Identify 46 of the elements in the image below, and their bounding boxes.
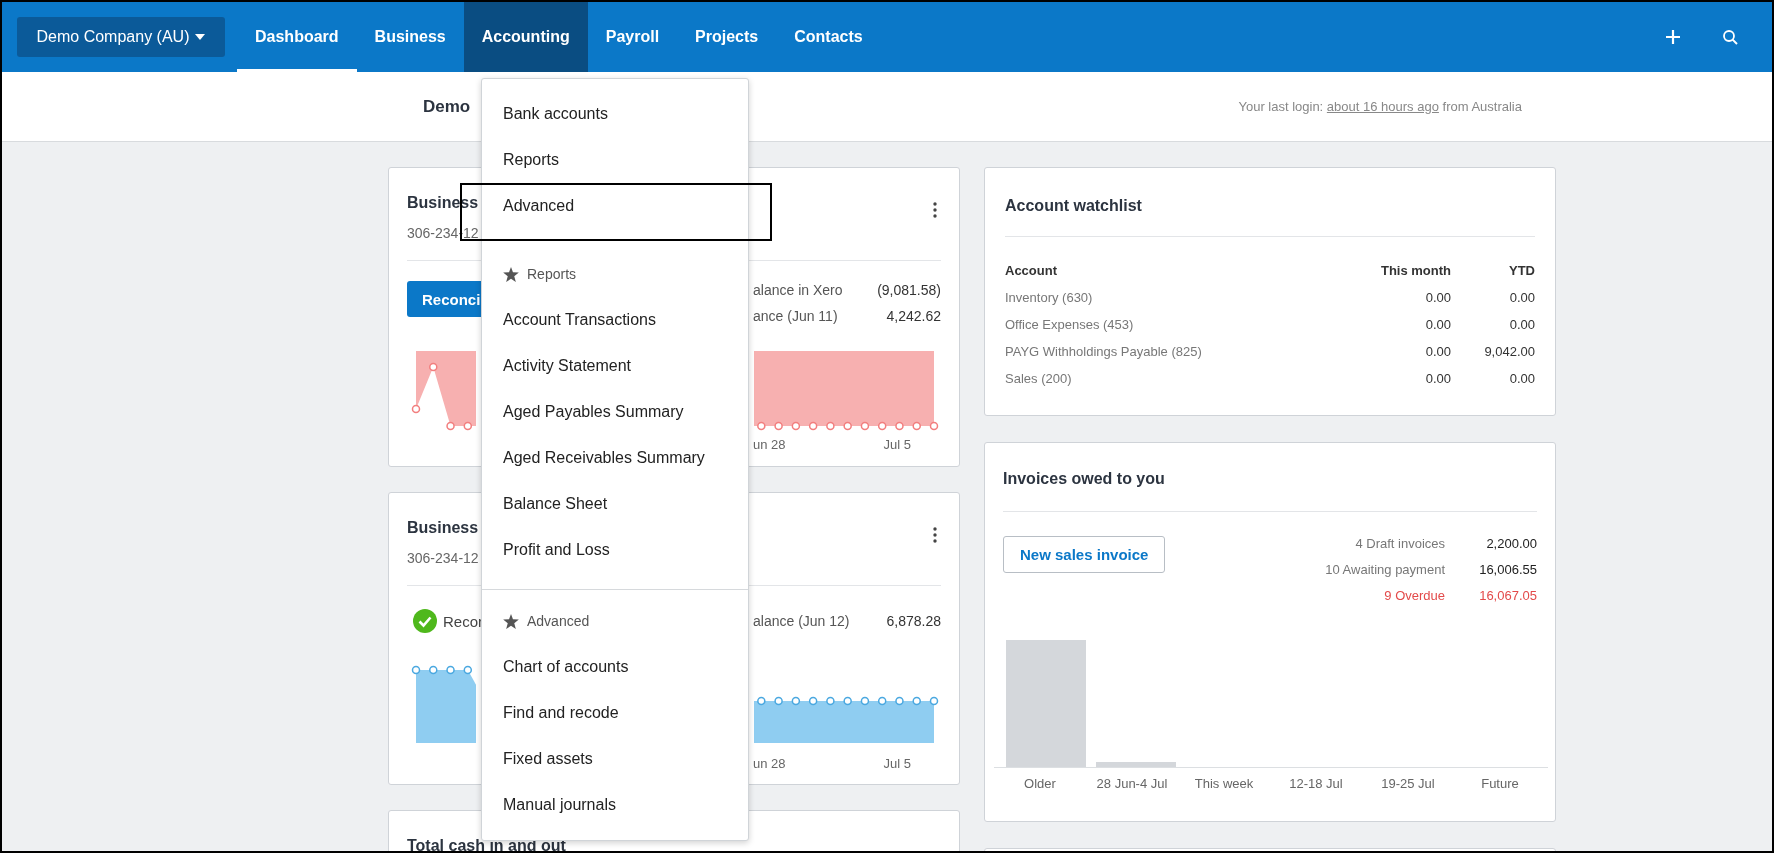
column-header: This month xyxy=(1379,263,1451,278)
table-cell-text: 0.00 xyxy=(1424,290,1451,305)
balance-label: alance in Xero xyxy=(753,281,844,300)
balance-value: 6,878.28 xyxy=(886,612,941,631)
account-name: Business xyxy=(407,518,479,538)
menu-section-heading: Reports xyxy=(527,266,577,282)
reconciled-status: Recor xyxy=(443,612,483,630)
table-cell-text: 0.00 xyxy=(1508,317,1535,332)
axis-label: Older xyxy=(1023,776,1057,791)
balance-value: (9,081.58) xyxy=(877,281,941,300)
balance-label: alance (Jun 12) xyxy=(753,612,851,631)
axis-label: un 28 xyxy=(753,436,786,454)
table-cell-text: 0.00 xyxy=(1424,371,1451,386)
axis-label: This week xyxy=(1193,776,1255,791)
summary-label: 10 Awaiting payment xyxy=(1325,561,1445,577)
table-cell-text: 0.00 xyxy=(1508,290,1535,305)
last-login-text: Your last login: about 16 hours ago from Australia xyxy=(1238,99,1522,114)
table-cell-text: 0.00 xyxy=(1508,371,1535,386)
table-cell-text: 0.00 xyxy=(1424,344,1451,359)
summary-label: 4 Draft invoices xyxy=(1354,535,1445,551)
card-title: Invoices owed to you xyxy=(1003,469,1166,489)
summary-value: 2,200.00 xyxy=(1485,535,1537,551)
axis-label: un 28 xyxy=(753,755,786,773)
menu-section-heading: Advanced xyxy=(527,613,590,629)
axis-label: 12-18 Jul xyxy=(1288,776,1344,791)
axis-label: Jul 5 xyxy=(883,755,911,773)
table-cell-text: 9,042.00 xyxy=(1483,344,1535,359)
axis-label: Future xyxy=(1480,776,1520,791)
table-cell-text: 0.00 xyxy=(1424,317,1451,332)
axis-label: Jul 5 xyxy=(883,436,911,454)
table-cell-text: PAYG Withholdings Payable (825) xyxy=(1005,344,1203,359)
axis-label: 19-25 Jul xyxy=(1380,776,1436,791)
summary-label: 9 Overdue xyxy=(1383,587,1445,603)
summary-value: 16,006.55 xyxy=(1478,561,1537,577)
summary-value: 16,067.05 xyxy=(1478,587,1537,603)
page-title: Demo xyxy=(423,96,471,117)
axis-label: 28 Jun-4 Jul xyxy=(1095,776,1169,791)
table-cell-text: Inventory (630) xyxy=(1005,290,1094,305)
column-header: Account xyxy=(1005,263,1058,278)
account-number: 306-234-12 xyxy=(407,549,479,567)
table-cell-text: Office Expenses (453) xyxy=(1005,317,1135,332)
balance-value: 4,242.62 xyxy=(885,307,941,326)
card-title: Account watchlist xyxy=(1005,196,1143,216)
table-cell-text: Sales (200) xyxy=(1005,371,1073,386)
column-header: YTD xyxy=(1508,263,1535,278)
balance-label: ance (Jun 11) xyxy=(753,307,839,326)
